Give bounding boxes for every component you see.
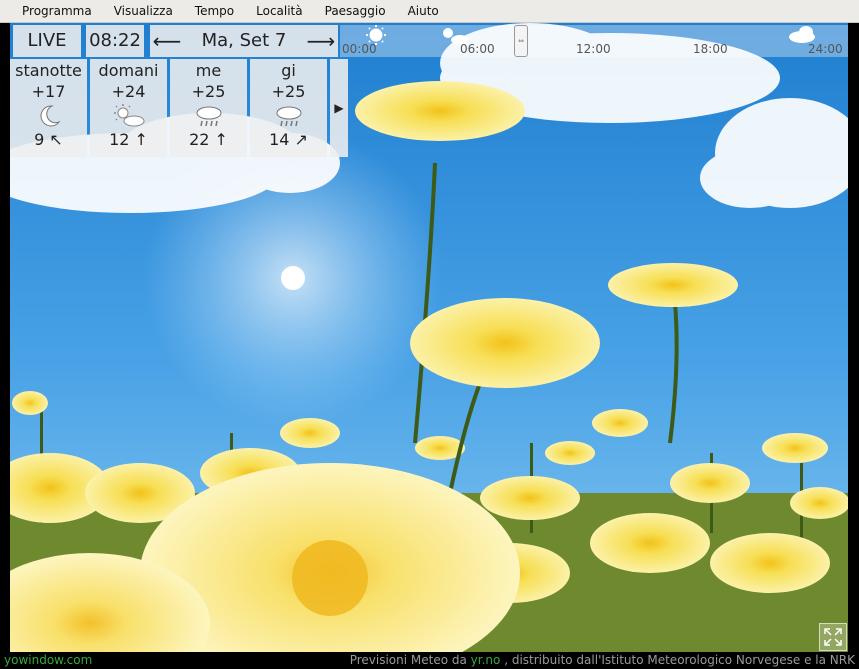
forecast-wind: 9 ↖ xyxy=(34,130,63,149)
next-day-arrow-icon[interactable]: ⟶ xyxy=(306,25,336,57)
site-link[interactable]: yowindow.com xyxy=(4,653,92,667)
forecast-temperature: +24 xyxy=(111,82,146,101)
menu-tempo[interactable]: Tempo xyxy=(185,0,246,22)
forecast-temperature: +25 xyxy=(191,82,226,101)
timeline-slider-handle[interactable]: ⇔ xyxy=(514,25,528,57)
forecast-day-thursday[interactable]: gi +25 14 ↗ xyxy=(250,59,327,157)
forecast-temperature: +17 xyxy=(31,82,66,101)
credit-prefix: Previsioni Meteo da xyxy=(349,653,471,667)
date-navigator: ⟵ Ma, Set 7 ⟶ xyxy=(150,25,338,57)
live-button[interactable]: LIVE xyxy=(13,25,81,57)
menu-localita[interactable]: Località xyxy=(246,0,315,22)
credit-text: Previsioni Meteo da yr.no , distribuito … xyxy=(350,653,855,667)
cloud-icon xyxy=(789,26,815,43)
forecast-temperature: +25 xyxy=(271,82,306,101)
forecast-wind: 14 ↗ xyxy=(269,130,308,149)
forecast-day-name: gi xyxy=(281,61,296,80)
rain-cloud-icon xyxy=(250,102,327,130)
status-bar: yowindow.com Previsioni Meteo da yr.no ,… xyxy=(0,652,859,669)
timeline-tick: 12:00 xyxy=(576,42,611,56)
date-label: Ma, Set 7 xyxy=(201,30,287,51)
credit-suffix: , distribuito dall'Istituto Meteorologic… xyxy=(504,653,855,667)
fullscreen-button[interactable] xyxy=(819,623,847,651)
forecast-next-arrow-icon[interactable]: ▶ xyxy=(330,59,348,157)
prev-day-arrow-icon[interactable]: ⟵ xyxy=(152,25,182,57)
menu-bar: Programma Visualizza Tempo Località Paes… xyxy=(0,0,859,23)
forecast-wind: 22 ↑ xyxy=(189,130,228,149)
timeline-tick: 18:00 xyxy=(693,42,728,56)
menu-aiuto[interactable]: Aiuto xyxy=(398,0,451,22)
timeline-tick: 24:00 xyxy=(808,42,843,56)
rain-cloud-icon xyxy=(170,102,247,130)
timeline-tick: 06:00 xyxy=(460,42,495,56)
sun-cloud-icon xyxy=(90,102,167,130)
timeline-tick: 00:00 xyxy=(342,42,377,56)
forecast-day-wednesday[interactable]: me +25 22 ↑ xyxy=(170,59,247,157)
forecast-day-tonight[interactable]: stanotte +17 9 ↖ xyxy=(10,59,87,157)
menu-programma[interactable]: Programma xyxy=(0,0,104,22)
forecast-panel: stanotte +17 9 ↖ domani +24 12 ↑ me +25 xyxy=(10,59,348,157)
forecast-day-name: me xyxy=(195,61,222,80)
forecast-day-tomorrow[interactable]: domani +24 12 ↑ xyxy=(90,59,167,157)
moon-icon xyxy=(10,102,87,130)
time-display[interactable]: 08:22 xyxy=(86,25,144,57)
forecast-day-name: domani xyxy=(98,61,159,80)
day-timeline[interactable]: 00:00 06:00 12:00 18:00 24:00 ⇔ xyxy=(340,25,848,57)
forecast-wind: 12 ↑ xyxy=(109,130,148,149)
expand-icon xyxy=(824,628,842,646)
forecast-day-name: stanotte xyxy=(15,61,82,80)
menu-visualizza[interactable]: Visualizza xyxy=(104,0,185,22)
menu-paesaggio[interactable]: Paesaggio xyxy=(315,0,398,22)
yr-link[interactable]: yr.no xyxy=(471,653,501,667)
top-bar: LIVE 08:22 ⟵ Ma, Set 7 ⟶ 00:00 06:00 12:… xyxy=(10,23,848,57)
